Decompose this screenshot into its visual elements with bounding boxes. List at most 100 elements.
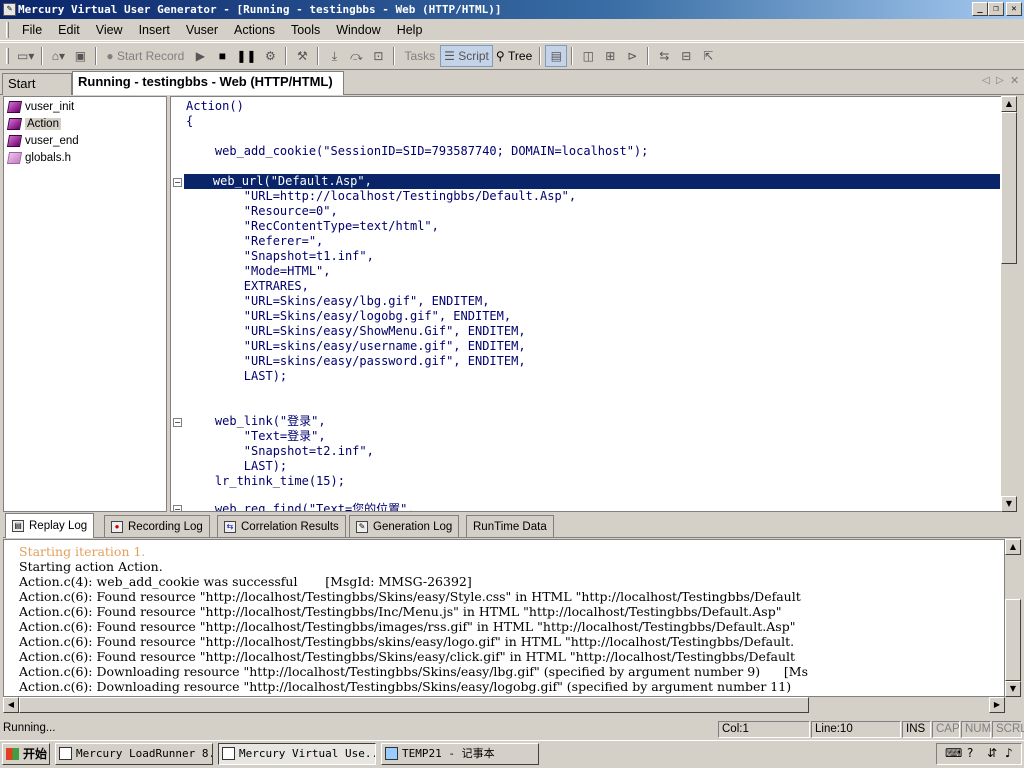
output-tab-strip: ▤ Replay Log ● Recording Log ⇆ Correlation …: [3, 513, 1021, 538]
tab-scroll-right-icon[interactable]: ▷: [996, 75, 1004, 86]
scroll-thumb[interactable]: [19, 697, 809, 713]
tree-item-action[interactable]: Action: [6, 116, 61, 132]
toolbar-separator: [393, 47, 396, 65]
run-settings-gear-icon[interactable]: ⚙: [259, 45, 281, 67]
document-tab-strip: Start Page Running - testingbbs - Web (H…: [0, 71, 1024, 111]
scroll-down-icon[interactable]: ▼: [1001, 496, 1017, 512]
tab-start-page[interactable]: Start Page: [2, 73, 72, 111]
menu-file[interactable]: File: [14, 19, 50, 41]
compile-icon[interactable]: ⚒: [291, 45, 313, 67]
status-line: Line:10: [811, 721, 901, 738]
pause-icon[interactable]: ❚❚: [233, 45, 259, 67]
menu-vuser[interactable]: Vuser: [178, 19, 226, 41]
close-button[interactable]: ✕: [1006, 2, 1022, 16]
generation-log-icon: ✎: [356, 520, 368, 533]
vugen-window: ✎ Mercury Virtual User Generator - [Runn…: [0, 0, 1024, 768]
parameter-icon[interactable]: ⊟: [675, 45, 697, 67]
log-line: Action.c(6): Found resource "http://loca…: [19, 649, 796, 664]
taskbar-item-loadrunner[interactable]: Mercury LoadRunner 8.1: [55, 743, 213, 765]
menu-actions[interactable]: Actions: [226, 19, 283, 41]
step-over-icon[interactable]: ⤼: [345, 45, 367, 67]
script-editor[interactable]: Action() { web_add_cookie("SessionID=SID…: [170, 96, 1004, 512]
app-icon: ✎: [3, 3, 16, 16]
script-view-button[interactable]: ☰ Script: [440, 45, 493, 67]
scroll-thumb[interactable]: [1001, 112, 1017, 264]
tab-correlation-results[interactable]: ⇆ Correlation Results: [217, 515, 346, 537]
tab-label: RunTime Data: [473, 520, 547, 533]
menu-help[interactable]: Help: [389, 19, 431, 41]
fold-toggle-icon[interactable]: −: [173, 418, 182, 427]
code-line: "URL=Skins/easy/ShowMenu.Gif", ENDITEM,: [186, 324, 526, 338]
log-line: Starting action Action.: [19, 559, 163, 574]
menu-edit[interactable]: Edit: [50, 19, 88, 41]
tree-item-vuser-end[interactable]: vuser_end: [6, 133, 79, 149]
toolbar-separator: [571, 47, 574, 65]
correlation-icon[interactable]: ⇆: [653, 45, 675, 67]
help-icon[interactable]: ?: [967, 746, 973, 760]
restore-button[interactable]: ❐: [988, 2, 1004, 16]
save-icon[interactable]: ▣: [69, 45, 91, 67]
export-icon[interactable]: ⇱: [697, 45, 719, 67]
transaction-icon[interactable]: ⊳: [621, 45, 643, 67]
scroll-up-icon[interactable]: ▲: [1005, 539, 1021, 555]
log-horizontal-scrollbar[interactable]: ◀ ▶: [3, 697, 1005, 713]
start-record-button[interactable]: ● Start Record: [101, 45, 189, 67]
stop-icon[interactable]: ■: [211, 45, 233, 67]
layout-icon[interactable]: ⊞: [599, 45, 621, 67]
tree-view-button[interactable]: ⚲ Tree: [493, 45, 535, 67]
log-vertical-scrollbar[interactable]: ▲ ▼: [1005, 539, 1021, 697]
menu-grip: [6, 21, 9, 38]
volume-icon[interactable]: ♪: [1005, 746, 1013, 760]
tab-close-icon[interactable]: ✕: [1010, 74, 1019, 87]
toolbar: ▭▾ ⌂▾ ▣ ● Start Record ▶ ■ ❚❚ ⚙ ⚒ ⤓ ⤼ ⊡ …: [0, 42, 1024, 70]
replay-log-panel[interactable]: Starting iteration 1. Starting action Ac…: [3, 539, 1005, 697]
tab-scroll-left-icon[interactable]: ◁: [982, 75, 990, 86]
loadrunner-icon: [59, 747, 72, 760]
menu-tools[interactable]: Tools: [283, 19, 328, 41]
code-line: LAST);: [186, 369, 288, 383]
fold-toggle-icon[interactable]: −: [173, 505, 182, 511]
tree-view-icon: ⚲: [495, 49, 509, 63]
code-line: "Snapshot=t2.inf",: [186, 444, 374, 458]
scroll-right-icon[interactable]: ▶: [989, 697, 1005, 713]
taskbar-item-notepad[interactable]: TEMP21 - 记事本: [381, 743, 539, 765]
new-script-icon[interactable]: ▭▾: [14, 45, 37, 67]
scroll-down-icon[interactable]: ▼: [1005, 681, 1021, 697]
tab-label: Generation Log: [373, 520, 453, 533]
minimize-button[interactable]: _: [972, 2, 988, 16]
keyboard-icon[interactable]: ⌨: [945, 746, 962, 760]
breakpoint-icon[interactable]: ⊡: [367, 45, 389, 67]
output-window-icon[interactable]: ▤: [545, 45, 568, 67]
log-line: Action.c(6): Found resource "http://loca…: [19, 634, 795, 649]
menu-view[interactable]: View: [88, 19, 131, 41]
editor-vertical-scrollbar[interactable]: ▲ ▼: [1001, 96, 1017, 512]
correlation-icon: ⇆: [224, 520, 236, 533]
tasks-button[interactable]: Tasks: [399, 45, 440, 67]
taskbar-item-vugen[interactable]: Mercury Virtual Use...: [218, 743, 376, 765]
tree-item-globals[interactable]: globals.h: [6, 150, 71, 166]
run-icon[interactable]: ▶: [189, 45, 211, 67]
open-folder-icon[interactable]: ⌂▾: [47, 45, 69, 67]
editor-gutter: [171, 97, 184, 511]
tab-runtime-data[interactable]: RunTime Data: [466, 515, 554, 537]
code-line: "URL=http://localhost/Testingbbs/Default…: [186, 189, 577, 203]
taskbar-item-label: Mercury LoadRunner 8.1: [76, 747, 213, 760]
toolbar-separator: [539, 47, 542, 65]
tab-running-testingbbs[interactable]: Running - testingbbs - Web (HTTP/HTML): [72, 71, 344, 95]
snapshot-icon[interactable]: ◫: [577, 45, 599, 67]
network-icon[interactable]: ⇵: [987, 746, 997, 760]
scroll-up-icon[interactable]: ▲: [1001, 96, 1017, 112]
tree-item-vuser-init[interactable]: vuser_init: [6, 99, 74, 115]
menu-bar: File Edit View Insert Vuser Actions Tool…: [0, 19, 1024, 41]
fold-toggle-icon[interactable]: −: [173, 178, 182, 187]
step-into-icon[interactable]: ⤓: [323, 45, 345, 67]
menu-insert[interactable]: Insert: [131, 19, 178, 41]
scroll-thumb[interactable]: [1005, 599, 1021, 681]
start-button[interactable]: 开始: [2, 743, 50, 765]
tab-generation-log[interactable]: ✎ Generation Log: [349, 515, 460, 537]
tab-replay-log[interactable]: ▤ Replay Log: [5, 513, 95, 538]
tab-recording-log[interactable]: ● Recording Log: [104, 515, 210, 537]
toolbar-separator: [317, 47, 320, 65]
scroll-left-icon[interactable]: ◀: [3, 697, 19, 713]
menu-window[interactable]: Window: [328, 19, 388, 41]
